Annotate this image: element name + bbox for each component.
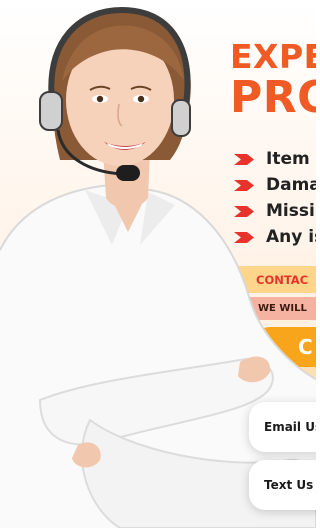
text-us-button[interactable]: Text Us <box>249 460 316 510</box>
email-us-button[interactable]: Email Us <box>249 402 316 452</box>
landing-page: EXPE PRO Item Dama Missi Any is CONTAC W… <box>0 0 316 528</box>
